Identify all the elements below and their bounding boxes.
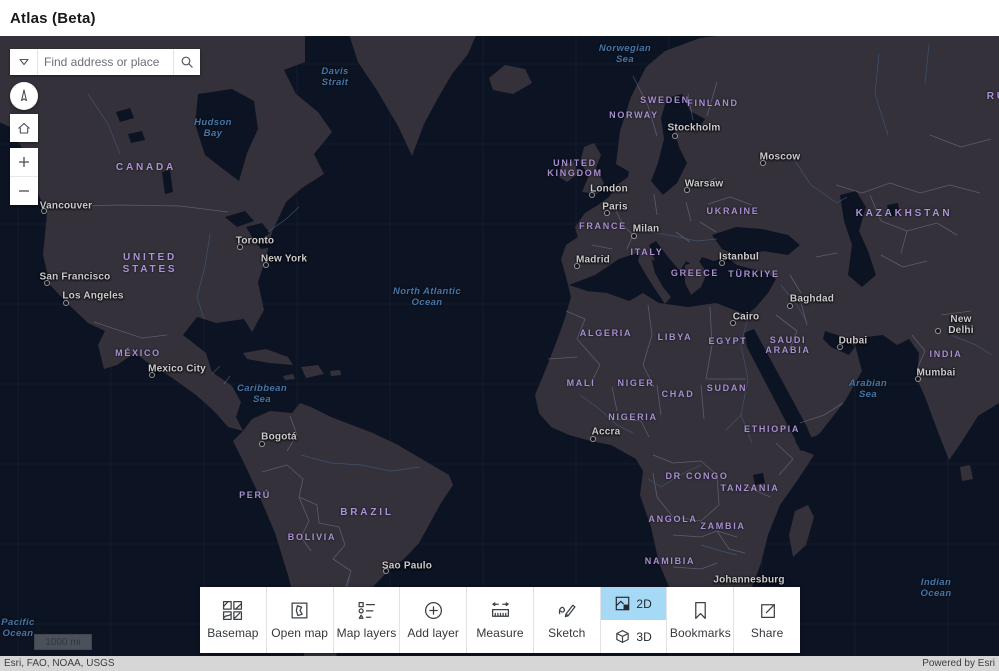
search-submit-button[interactable] [173, 49, 200, 75]
dimension-toggle: 2D 3D [600, 587, 668, 653]
sketch-icon [559, 604, 576, 618]
add-layer-label: Add layer [407, 626, 460, 640]
home-button[interactable] [10, 114, 38, 142]
search-source-dropdown[interactable] [10, 49, 38, 75]
dropdown-arrow-icon [18, 58, 29, 66]
measure-button[interactable]: Measure [467, 587, 534, 653]
share-label: Share [750, 626, 784, 640]
zoom-in-button[interactable] [10, 148, 38, 176]
3d-icon [616, 630, 630, 643]
open-map-label: Open map [271, 626, 329, 640]
3d-button[interactable]: 3D [601, 620, 667, 653]
sketch-button[interactable]: Sketch [534, 587, 601, 653]
map-toolbar: Basemap Open map Map layers Add layer Me… [200, 587, 800, 653]
bookmarks-button[interactable]: Bookmarks [667, 587, 735, 653]
map-layers-button[interactable]: Map layers [334, 587, 401, 653]
map-view[interactable]: CANADA UNITED STATES MÉXICO BRAZIL PERÚ BOLIV… [0, 36, 999, 656]
home-icon [18, 122, 30, 134]
search-icon [181, 56, 193, 68]
zoom-controls [10, 148, 38, 205]
page-title: Atlas (Beta) [10, 9, 96, 27]
share-button[interactable]: Share [734, 587, 800, 653]
add-layer-icon [424, 601, 442, 620]
map-layers-label: Map layers [336, 626, 397, 640]
zoom-out-icon [19, 190, 29, 192]
powered-by-esri-link[interactable]: Powered by Esri [922, 658, 995, 669]
map-layers-icon [358, 601, 375, 619]
compass-icon [21, 89, 27, 102]
app-header: Atlas (Beta) [0, 0, 999, 36]
search-input[interactable] [38, 49, 173, 75]
measure-icon [491, 602, 509, 617]
2d-label: 2D [636, 596, 652, 611]
attribution-bar: Esri, FAO, NOAA, USGS Powered by Esri [0, 656, 999, 671]
world-map[interactable] [0, 36, 999, 656]
scale-bar: 1000 mi [34, 634, 92, 650]
measure-label: Measure [476, 626, 524, 640]
bookmark-icon [695, 601, 706, 620]
add-layer-button[interactable]: Add layer [400, 587, 468, 653]
bookmarks-label: Bookmarks [669, 626, 731, 640]
zoom-in-icon [19, 157, 29, 167]
2d-icon [616, 596, 630, 611]
attribution-sources: Esri, FAO, NOAA, USGS [4, 658, 115, 669]
search-widget [10, 49, 200, 75]
compass-button[interactable] [10, 82, 38, 110]
zoom-out-button[interactable] [10, 176, 38, 205]
basemap-icon [223, 600, 243, 621]
open-map-button[interactable]: Open map [267, 587, 334, 653]
3d-label: 3D [636, 629, 652, 644]
sketch-label: Sketch [548, 626, 586, 640]
basemap-label: Basemap [207, 626, 259, 640]
open-map-icon [291, 602, 308, 619]
share-icon [760, 604, 775, 618]
atlas-app: Atlas (Beta) CANADA UNITED STATES MÉXICO… [0, 0, 999, 671]
scale-bar-label: 1000 mi [45, 636, 81, 648]
2d-button[interactable]: 2D [600, 587, 667, 620]
basemap-button[interactable]: Basemap [200, 587, 267, 653]
